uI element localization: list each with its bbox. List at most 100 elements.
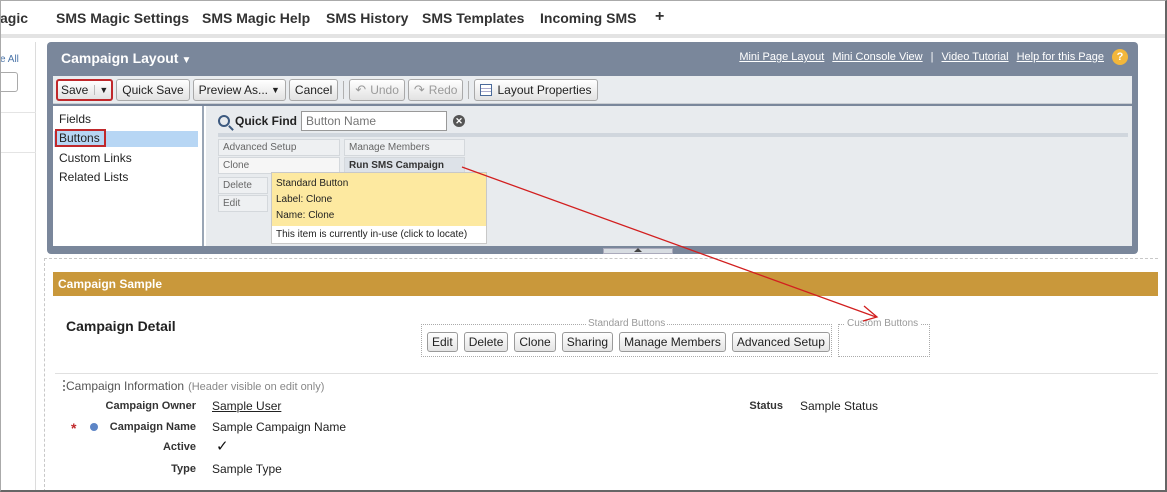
sidebar-input[interactable] <box>0 72 18 92</box>
toolbar-separator <box>343 80 345 99</box>
standard-buttons-label: Standard Buttons <box>586 318 668 329</box>
collapse-handle[interactable] <box>603 248 673 254</box>
section-divider <box>55 373 1158 374</box>
palette-item-fields[interactable]: Fields <box>59 112 91 126</box>
palette-content: Quick Find ✕ Advanced Setup Manage Membe… <box>206 106 1132 246</box>
layout-title-menu[interactable]: Campaign Layout ▼ <box>61 50 191 66</box>
manage-members-button[interactable]: Manage Members <box>619 332 726 352</box>
layout-title: Campaign Layout <box>61 50 179 66</box>
chevron-down-icon: ▼ <box>181 55 192 66</box>
tooltip-note[interactable]: This item is currently in-use (click to … <box>272 226 486 244</box>
help-page-link[interactable]: Help for this Page <box>1017 51 1104 63</box>
link-separator: | <box>930 51 934 63</box>
layout-border <box>44 258 45 492</box>
preview-as-button[interactable]: Preview As... ▼ <box>192 78 286 101</box>
save-label: Save <box>61 82 89 97</box>
advanced-setup-button[interactable]: Advanced Setup <box>731 332 830 352</box>
quick-find: Quick Find ✕ <box>218 111 466 131</box>
video-tutorial-link[interactable]: Video Tutorial <box>941 51 1008 63</box>
tab-sms-magic-settings[interactable]: SMS Magic Settings <box>56 10 189 26</box>
detail-title: Campaign Detail <box>66 318 176 334</box>
save-button[interactable]: Save ▼ <box>56 78 114 101</box>
redo-icon: ↷ <box>413 81 425 97</box>
tooltip-label: Label: Clone <box>276 194 333 205</box>
toolbar-separator <box>468 80 470 99</box>
cancel-button[interactable]: Cancel <box>288 78 339 101</box>
editor-toolbar: Save ▼ Quick Save Preview As... ▼ Cancel ↶… <box>53 76 1132 104</box>
palette-item-related-lists[interactable]: Related Lists <box>59 170 128 184</box>
standard-buttons: Edit Delete Clone Sharing Manage Members… <box>427 332 830 352</box>
palette-divider <box>218 133 1128 137</box>
quick-find-label: Quick Find <box>235 114 298 128</box>
campaign-owner-label: Campaign Owner <box>105 400 196 412</box>
section-header[interactable]: Campaign Information (Header visible on e… <box>66 379 324 393</box>
custom-buttons-label: Custom Buttons <box>845 318 921 329</box>
campaign-owner-value[interactable]: Sample User <box>212 399 281 413</box>
quick-find-input[interactable] <box>301 111 448 131</box>
search-icon <box>218 115 230 127</box>
layout-properties-button[interactable]: Layout Properties <box>474 78 598 101</box>
type-label: Type <box>171 463 196 475</box>
palette-button-edit[interactable]: Edit <box>218 195 268 212</box>
layout-properties-label: Layout Properties <box>497 82 592 97</box>
undo-button[interactable]: ↶ Undo <box>349 78 405 101</box>
divider <box>0 112 36 113</box>
status-value: Sample Status <box>800 399 879 413</box>
chevron-down-icon[interactable]: ▼ <box>94 84 108 95</box>
view-all-link[interactable]: e All <box>0 54 19 65</box>
checkmark-icon: ✓ <box>216 438 229 455</box>
campaign-name-label: Campaign Name <box>109 421 196 433</box>
redo-label: Redo <box>428 82 458 97</box>
tab-sms-magic-help[interactable]: SMS Magic Help <box>202 10 310 26</box>
preview-as-label: Preview As... <box>198 82 268 97</box>
palette-button-advanced-setup[interactable]: Advanced Setup <box>218 139 340 156</box>
header-links: Mini Page Layout Mini Console View | Vid… <box>739 49 1128 65</box>
custom-buttons-area[interactable]: Custom Buttons <box>838 318 930 357</box>
mini-console-view-link[interactable]: Mini Console View <box>832 51 922 63</box>
add-tab-icon[interactable]: + <box>655 8 664 26</box>
palette-button-manage-members[interactable]: Manage Members <box>344 139 465 156</box>
active-label: Active <box>162 441 196 453</box>
status-label: Status <box>749 400 783 412</box>
top-tab-bar: agic SMS Magic Settings SMS Magic Help S… <box>0 0 1167 38</box>
palette-item-buttons[interactable]: Buttons <box>54 129 198 147</box>
clear-icon[interactable]: ✕ <box>453 115 466 127</box>
record-header-bar: Campaign Sample <box>53 272 1158 296</box>
tab-sms-templates[interactable]: SMS Templates <box>422 10 524 26</box>
left-sidebar: e All <box>0 42 36 492</box>
palette-item-buttons-label: Buttons <box>55 129 106 147</box>
chevron-down-icon: ▼ <box>271 84 280 95</box>
campaign-name-value: Sample Campaign Name <box>212 420 347 434</box>
required-indicator: * <box>71 420 77 436</box>
tooltip-details: Standard Button Label: Clone Name: Clone <box>272 173 486 226</box>
clone-button[interactable]: Clone <box>514 332 556 352</box>
palette-categories: Fields Buttons Custom Links Related List… <box>53 106 204 246</box>
undo-icon: ↶ <box>355 81 367 97</box>
tab-incoming-sms[interactable]: Incoming SMS <box>540 10 636 26</box>
tooltip-type: Standard Button <box>276 178 349 189</box>
undo-label: Undo <box>370 82 399 97</box>
section-subtitle: (Header visible on edit only) <box>188 381 325 393</box>
tab-sms-history[interactable]: SMS History <box>326 10 408 26</box>
standard-buttons-area: Standard Buttons Edit Delete Clone Shari… <box>421 318 832 357</box>
layout-editor: Campaign Layout ▼ Mini Page Layout Mini C… <box>47 42 1138 254</box>
help-icon[interactable]: ? <box>1112 49 1128 65</box>
editor-header: Campaign Layout ▼ Mini Page Layout Mini C… <box>47 42 1138 72</box>
section-title: Campaign Information <box>66 379 185 393</box>
quick-save-button[interactable]: Quick Save <box>116 78 190 101</box>
field-bullet-icon <box>90 423 98 431</box>
palette-button-delete[interactable]: Delete <box>218 177 268 194</box>
mini-page-layout-link[interactable]: Mini Page Layout <box>739 51 824 63</box>
edit-button[interactable]: Edit <box>427 332 458 352</box>
type-value: Sample Type <box>212 462 282 476</box>
delete-button[interactable]: Delete <box>463 332 509 352</box>
redo-button[interactable]: ↷ Redo <box>407 78 464 101</box>
palette-item-custom-links[interactable]: Custom Links <box>59 151 132 165</box>
button-tooltip: Standard Button Label: Clone Name: Clone… <box>271 172 487 244</box>
divider <box>0 152 36 153</box>
tab-sms-magic[interactable]: agic <box>0 10 28 26</box>
tooltip-name: Name: Clone <box>276 210 335 221</box>
palette: Fields Buttons Custom Links Related List… <box>53 106 1132 246</box>
sharing-button[interactable]: Sharing <box>561 332 614 352</box>
drag-handle-icon[interactable] <box>63 380 65 391</box>
